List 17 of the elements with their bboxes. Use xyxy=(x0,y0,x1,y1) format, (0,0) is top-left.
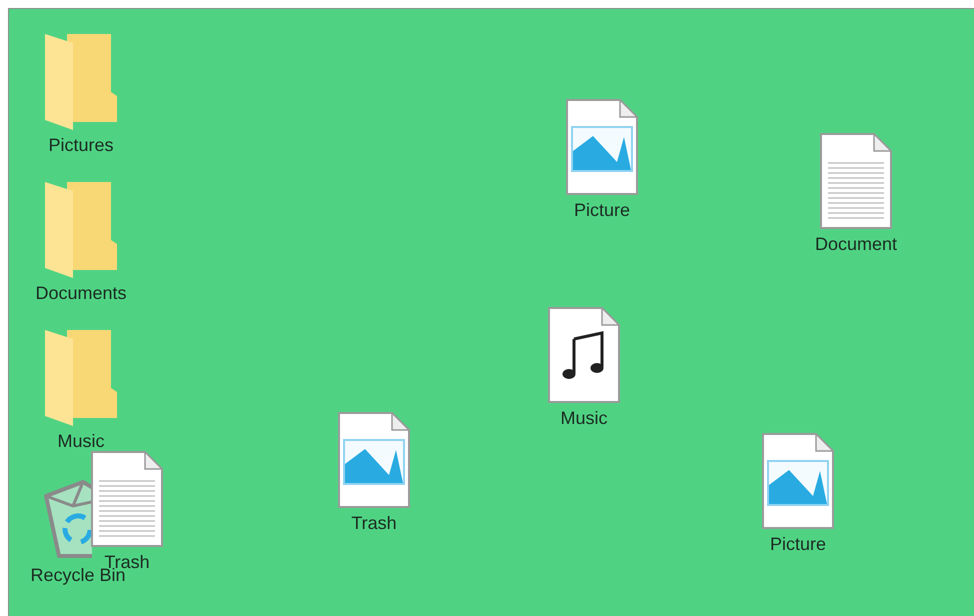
folder-icon[interactable] xyxy=(45,182,117,278)
folder-icon[interactable] xyxy=(45,330,117,426)
icon-label: Document xyxy=(814,235,898,255)
music-file-icon[interactable] xyxy=(548,307,620,403)
icon-label: Documents xyxy=(35,284,127,304)
icon-label: Picture xyxy=(770,535,826,555)
icon-label: Trash xyxy=(351,514,397,534)
document-icon[interactable] xyxy=(91,451,163,547)
icon-label: Picture xyxy=(574,201,630,221)
document-icon[interactable] xyxy=(820,133,892,229)
image-file-icon[interactable] xyxy=(762,433,834,529)
icon-label: Music xyxy=(57,432,104,452)
icon-label: Pictures xyxy=(48,136,114,156)
image-file-icon[interactable] xyxy=(566,99,638,195)
folder-icon[interactable] xyxy=(45,34,117,130)
image-file-icon[interactable] xyxy=(338,412,410,508)
icon-label: Music xyxy=(560,409,608,429)
